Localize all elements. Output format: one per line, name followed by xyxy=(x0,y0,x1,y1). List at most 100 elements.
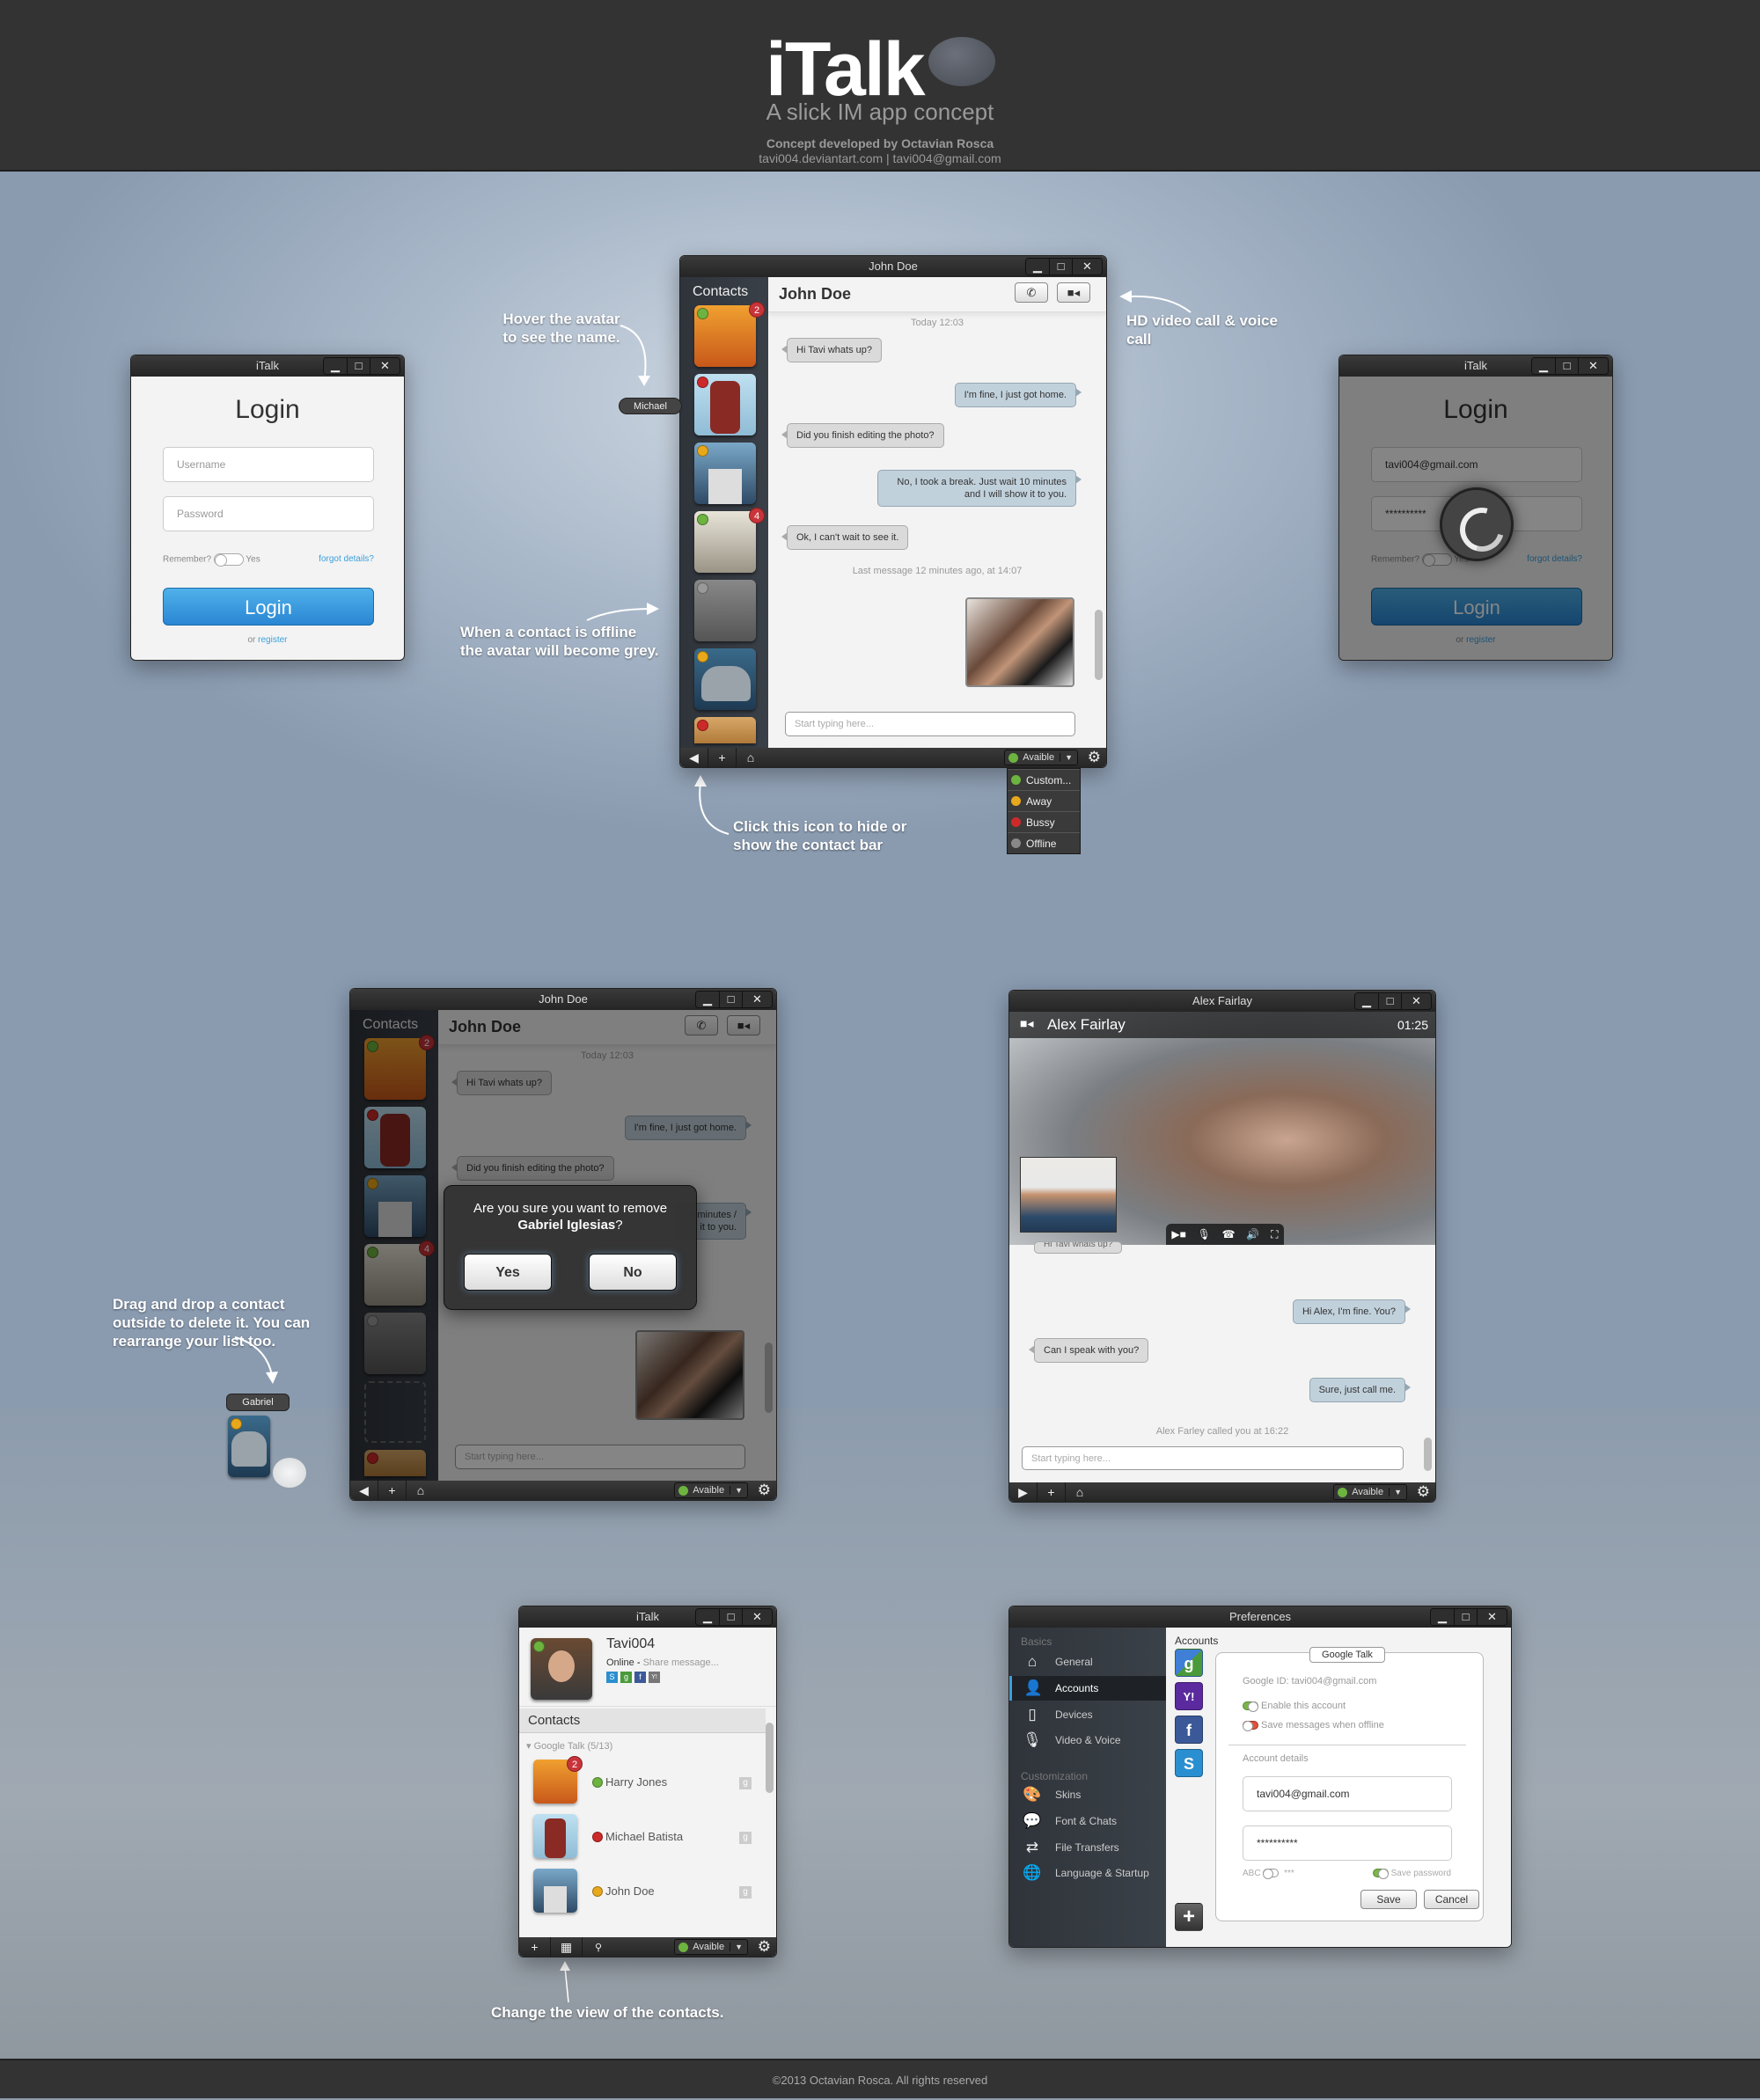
close-button[interactable]: ✕ xyxy=(1477,1609,1507,1625)
sidebar-item-general[interactable]: ⌂ General xyxy=(1009,1650,1166,1674)
camera-toggle-icon[interactable]: ▶■ xyxy=(1171,1228,1185,1240)
minimize-button[interactable]: ▁ xyxy=(696,1609,719,1625)
video-call-button[interactable]: ■◂ xyxy=(1057,282,1090,303)
message-input[interactable]: Start typing here... xyxy=(1022,1446,1404,1470)
microphone-icon[interactable]: 🎙 xyxy=(1198,1228,1211,1240)
change-view-button[interactable]: ▦ xyxy=(551,1937,583,1957)
minimize-button[interactable]: ▁ xyxy=(696,991,719,1007)
voice-call-button[interactable]: ✆ xyxy=(1015,282,1048,303)
settings-gear-icon[interactable]: ⚙ xyxy=(1088,749,1101,766)
scrollbar[interactable] xyxy=(766,1723,774,1793)
contact-avatar-offline[interactable] xyxy=(694,580,756,641)
close-button[interactable]: ✕ xyxy=(370,358,400,374)
toggle-sidebar-button[interactable]: ▶ xyxy=(1009,1482,1038,1502)
toggle-sidebar-button[interactable]: ◀ xyxy=(350,1481,378,1500)
save-offline-toggle[interactable] xyxy=(1243,1721,1258,1732)
minimize-button[interactable]: ▁ xyxy=(1532,358,1555,374)
contact-row[interactable]: John Doe g xyxy=(519,1865,766,1920)
sidebar-item-accounts[interactable]: 👤 Accounts xyxy=(1009,1676,1166,1701)
skype-account-tab[interactable]: S xyxy=(1175,1749,1203,1777)
self-video-preview[interactable] xyxy=(1020,1157,1117,1233)
home-button[interactable]: ⌂ xyxy=(407,1481,435,1500)
settings-gear-icon[interactable]: ⚙ xyxy=(758,1482,771,1499)
contact-row[interactable]: 2 Harry Jones g xyxy=(519,1756,766,1811)
save-password-toggle[interactable] xyxy=(1372,1869,1389,1880)
minimize-button[interactable]: ▁ xyxy=(324,358,347,374)
save-button[interactable]: Save xyxy=(1360,1890,1417,1909)
maximize-button[interactable]: □ xyxy=(719,991,742,1007)
sidebar-item-font-chats[interactable]: 💬 Font & Chats xyxy=(1009,1809,1166,1833)
sidebar-item-language-startup[interactable]: 🌐 Language & Startup xyxy=(1009,1861,1166,1885)
search-button[interactable]: ⚲ xyxy=(583,1937,614,1957)
group-header[interactable]: ▾ Google Talk (5/13) xyxy=(526,1740,612,1752)
register-link[interactable]: register xyxy=(258,635,287,645)
status-option-offline[interactable]: Offline xyxy=(1008,832,1080,853)
maximize-button[interactable]: □ xyxy=(1049,259,1072,274)
sidebar-item-file-transfers[interactable]: ⇄ File Transfers xyxy=(1009,1835,1166,1860)
settings-gear-icon[interactable]: ⚙ xyxy=(1417,1483,1430,1501)
facebook-icon[interactable]: f xyxy=(634,1672,646,1683)
contact-avatar[interactable] xyxy=(694,443,756,504)
home-button[interactable]: ⌂ xyxy=(1066,1482,1094,1502)
contact-avatar[interactable] xyxy=(694,648,756,710)
add-contact-button[interactable]: + xyxy=(519,1937,551,1957)
close-button[interactable]: ✕ xyxy=(1072,259,1102,274)
yes-button[interactable]: Yes xyxy=(464,1254,552,1291)
login-button[interactable]: Login xyxy=(163,588,374,626)
status-option-custom[interactable]: Custom... xyxy=(1008,769,1080,790)
sidebar-item-devices[interactable]: ▯ Devices xyxy=(1009,1702,1166,1727)
password-input[interactable]: Password xyxy=(163,496,374,531)
scrollbar[interactable] xyxy=(1095,610,1103,680)
account-password-input[interactable]: ********** xyxy=(1243,1826,1452,1861)
status-select[interactable]: Avaible ▼ xyxy=(674,1482,748,1498)
account-email-input[interactable]: tavi004@gmail.com xyxy=(1243,1776,1452,1811)
speaker-icon[interactable]: 🔊 xyxy=(1246,1228,1259,1240)
enable-account-toggle[interactable] xyxy=(1243,1701,1258,1713)
maximize-button[interactable]: □ xyxy=(347,358,370,374)
maximize-button[interactable]: □ xyxy=(1378,993,1401,1009)
show-password-toggle[interactable] xyxy=(1263,1869,1280,1880)
user-avatar[interactable] xyxy=(531,1638,592,1700)
cancel-button[interactable]: Cancel xyxy=(1424,1890,1479,1909)
fullscreen-icon[interactable]: ⛶ xyxy=(1271,1228,1278,1241)
skype-icon[interactable]: S xyxy=(606,1672,618,1683)
contact-avatar[interactable] xyxy=(694,717,756,743)
add-account-button[interactable]: + xyxy=(1175,1903,1203,1931)
minimize-button[interactable]: ▁ xyxy=(1431,1609,1454,1625)
maximize-button[interactable]: □ xyxy=(1454,1609,1477,1625)
status-select[interactable]: Avaible ▼ xyxy=(674,1939,748,1955)
close-button[interactable]: ✕ xyxy=(742,991,772,1007)
minimize-button[interactable]: ▁ xyxy=(1355,993,1378,1009)
google-account-tab[interactable]: g xyxy=(1175,1649,1203,1677)
add-contact-button[interactable]: + xyxy=(1038,1482,1066,1502)
contact-row[interactable]: Michael Batista g xyxy=(519,1811,766,1865)
settings-gear-icon[interactable]: ⚙ xyxy=(758,1938,771,1956)
close-button[interactable]: ✕ xyxy=(1578,358,1608,374)
add-contact-button[interactable]: + xyxy=(378,1481,407,1500)
hang-up-icon[interactable]: ☎ xyxy=(1222,1228,1236,1240)
username-input[interactable]: Username xyxy=(163,447,374,482)
yahoo-icon[interactable]: Y! xyxy=(649,1672,660,1683)
sidebar-item-skins[interactable]: 🎨 Skins xyxy=(1009,1782,1166,1807)
share-message-input[interactable]: Share message... xyxy=(643,1657,719,1668)
status-select[interactable]: Avaible ▼ xyxy=(1333,1484,1407,1500)
contact-avatar[interactable] xyxy=(694,305,756,367)
forgot-details-link[interactable]: forgot details? xyxy=(319,554,374,564)
message-input[interactable]: Start typing here... xyxy=(785,712,1075,736)
dragged-contact-avatar[interactable] xyxy=(228,1416,270,1477)
remember-toggle[interactable] xyxy=(213,553,244,567)
facebook-account-tab[interactable]: f xyxy=(1175,1716,1203,1744)
maximize-button[interactable]: □ xyxy=(1555,358,1578,374)
yahoo-account-tab[interactable]: Y! xyxy=(1175,1682,1203,1710)
maximize-button[interactable]: □ xyxy=(719,1609,742,1625)
sidebar-item-video-voice[interactable]: 🎙 Video & Voice xyxy=(1009,1728,1166,1752)
status-option-busy[interactable]: Bussy xyxy=(1008,811,1080,832)
status-select[interactable]: Avaible ▼ xyxy=(1004,750,1078,765)
minimize-button[interactable]: ▁ xyxy=(1026,259,1049,274)
contact-avatar[interactable] xyxy=(694,511,756,573)
shared-photo[interactable] xyxy=(965,597,1074,687)
scrollbar[interactable] xyxy=(1424,1438,1432,1471)
status-option-away[interactable]: Away xyxy=(1008,790,1080,811)
close-button[interactable]: ✕ xyxy=(742,1609,772,1625)
add-contact-button[interactable]: + xyxy=(708,748,737,767)
